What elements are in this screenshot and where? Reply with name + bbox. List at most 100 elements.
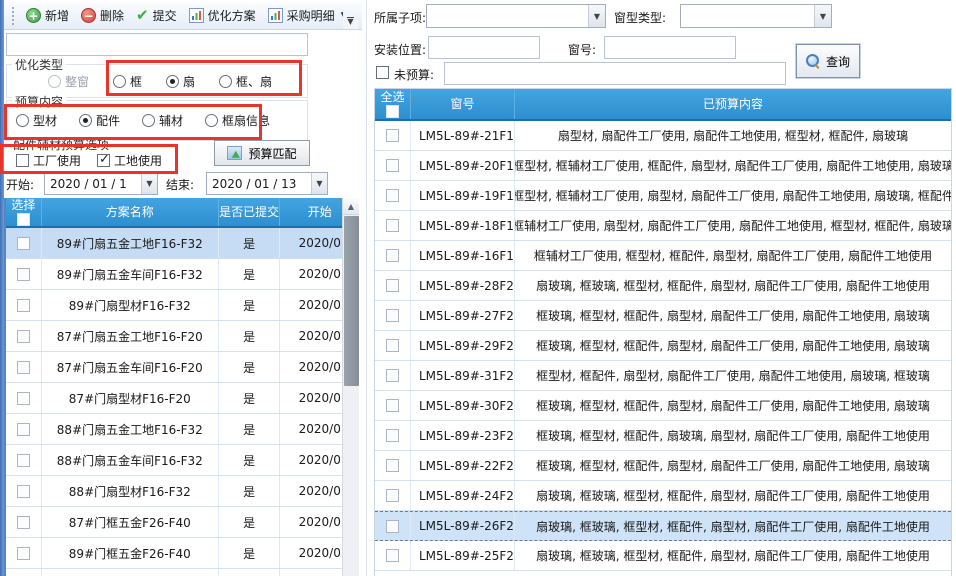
window-table-row[interactable]: LM5L-89#-20F18 框型材, 框辅材工厂使用, 框配件, 扇型材, 扇… [375,151,951,181]
radio-icon[interactable] [48,75,61,88]
plan-table-row[interactable]: 89#门框五金F26-F40 是 2020/0 [6,538,359,569]
row-checkbox[interactable] [17,423,30,436]
submit-button[interactable]: ✔ 提交 [131,5,182,26]
plan-header-name[interactable]: 方案名称 [42,198,219,226]
plan-search-input[interactable] [6,33,308,56]
row-checkbox[interactable] [386,429,399,442]
radio-option[interactable]: 型材 [16,112,57,129]
window-type-combobox[interactable]: ▼ [680,4,832,28]
row-checkbox[interactable] [386,129,399,142]
window-table-row[interactable]: LM5L-89#-30F28 框玻璃, 框型材, 框配件, 扇型材, 扇配件工厂… [375,391,951,421]
checkbox-icon[interactable] [16,154,29,167]
row-checkbox[interactable] [17,268,30,281]
chevron-down-icon[interactable]: ▼ [311,173,327,194]
row-checkbox[interactable] [17,547,30,560]
select-all-checkbox[interactable] [17,213,30,226]
no-budget-checkbox[interactable] [376,66,389,79]
budget-match-button[interactable]: 预算匹配 [214,140,310,166]
window-header-content[interactable]: 已预算内容 [515,89,951,119]
window-table-row[interactable]: LM5L-89#-25F23 扇玻璃, 框玻璃, 框型材, 框配件, 扇型材, … [375,541,951,571]
row-checkbox[interactable] [386,520,399,533]
radio-option[interactable]: 框 [113,73,142,90]
plan-table-row[interactable]: 89#门扇型材F16-F32 是 2020/0 [6,290,359,321]
window-table-row[interactable]: LM5L-89#-28F26 扇玻璃, 框玻璃, 框型材, 框配件, 扇型材, … [375,271,951,301]
scrollbar-thumb[interactable] [344,216,359,386]
query-button[interactable]: 查询 [796,44,860,78]
radio-option[interactable]: 框、扇 [219,73,272,90]
radio-option[interactable]: 辅材 [142,112,183,129]
plan-table-scrollbar[interactable]: ▲ [342,198,359,576]
row-checkbox[interactable] [386,369,399,382]
radio-icon[interactable] [219,75,232,88]
radio-option[interactable]: 配件 [79,112,120,129]
purchase-detail-button[interactable]: 采购明细 ▼ [263,5,353,26]
add-button[interactable]: + 新增 [21,5,74,26]
plan-table-row[interactable]: 87#门扇五金车间F16-F20 是 2020/0 [6,352,359,383]
delete-button[interactable]: − 删除 [76,5,129,26]
row-checkbox[interactable] [386,249,399,262]
plan-table-row[interactable]: 89#门扇五金工地F16-F32 是 2020/0 [6,228,359,259]
row-checkbox[interactable] [386,279,399,292]
plan-table-row[interactable]: 87#门框五金F26-F40 是 2020/0 [6,507,359,538]
chevron-down-icon[interactable]: ▼ [814,5,831,27]
window-table-row[interactable]: LM5L-89#-31F29 框型材, 框配件, 扇型材, 扇配件工厂使用, 扇… [375,361,951,391]
row-checkbox[interactable] [17,485,30,498]
row-checkbox[interactable] [386,219,399,232]
plan-table-row[interactable]: 88#门扇五金车间F16-F32 是 2020/0 [6,445,359,476]
row-checkbox[interactable] [386,309,399,322]
row-checkbox[interactable] [386,189,399,202]
window-table-row[interactable]: LM5L-89#-23F21 框玻璃, 框型材, 框配件, 扇玻璃, 扇型材, … [375,421,951,451]
checkbox-option[interactable]: 工厂使用 [16,152,81,169]
date-end-picker[interactable]: 2020 / 01 / 13 ▼ [206,172,328,195]
checkbox-option[interactable]: 工地使用 [97,152,162,169]
row-checkbox[interactable] [386,339,399,352]
plan-table-row[interactable]: 88#门框五金F21-F40 是 2020/0 [6,569,359,576]
checkbox-icon[interactable] [97,154,110,167]
row-checkbox[interactable] [17,299,30,312]
row-checkbox[interactable] [386,459,399,472]
radio-option[interactable]: 整窗 [48,73,89,90]
row-checkbox[interactable] [386,489,399,502]
chevron-down-icon[interactable]: ▼ [141,173,157,194]
window-table-row[interactable]: LM5L-89#-27F25 框玻璃, 框型材, 框配件, 扇型材, 扇配件工厂… [375,301,951,331]
row-checkbox[interactable] [17,330,30,343]
window-table-row[interactable]: LM5L-89#-26F24 扇玻璃, 框玻璃, 框型材, 框配件, 扇型材, … [375,511,951,541]
radio-icon[interactable] [142,114,155,127]
radio-icon[interactable] [113,75,126,88]
optimize-plan-button[interactable]: 优化方案 [184,5,261,26]
chevron-down-icon[interactable]: ▼ [588,5,605,27]
radio-icon[interactable] [79,114,92,127]
plan-table-row[interactable]: 87#门扇五金工地F16-F20 是 2020/0 [6,321,359,352]
sub-item-combobox[interactable]: ▼ [426,4,606,28]
row-checkbox[interactable] [17,454,30,467]
plan-table-row[interactable]: 89#门扇五金车间F16-F32 是 2020/0 [6,259,359,290]
window-table-row[interactable]: LM5L-89#-24F22 扇玻璃, 框玻璃, 框型材, 框配件, 扇型材, … [375,481,951,511]
row-checkbox[interactable] [17,361,30,374]
window-table-row[interactable]: LM5L-89#-22F20 框玻璃, 框型材, 框配件, 扇型材, 扇配件工厂… [375,451,951,481]
no-budget-input[interactable] [444,62,786,85]
radio-option[interactable]: 框扇信息 [205,112,270,129]
plan-table-row[interactable]: 87#门扇型材F16-F20 是 2020/0 [6,383,359,414]
radio-icon[interactable] [205,114,218,127]
row-checkbox[interactable] [386,549,399,562]
window-table-row[interactable]: LM5L-89#-29F27 框玻璃, 框型材, 框配件, 扇型材, 扇配件工厂… [375,331,951,361]
window-table-row[interactable]: LM5L-89#-18F16 框辅材工厂使用, 扇型材, 扇配件工厂使用, 扇配… [375,211,951,241]
window-table-row[interactable]: LM5L-89#-16F15 框辅材工厂使用, 框型材, 框配件, 扇型材, 扇… [375,241,951,271]
row-checkbox[interactable] [17,516,30,529]
window-no-input[interactable] [604,36,736,59]
row-checkbox[interactable] [386,159,399,172]
plan-header-submitted[interactable]: 是否已提交 [219,198,281,226]
radio-icon[interactable] [16,114,29,127]
row-checkbox[interactable] [17,392,30,405]
install-position-input[interactable] [428,36,540,59]
select-all-checkbox[interactable] [386,105,399,118]
toolbar-overflow-button[interactable]: ▼ [343,12,358,29]
window-header-no[interactable]: 窗号 [411,89,515,119]
row-checkbox[interactable] [17,237,30,250]
window-table-row[interactable]: LM5L-89#-19F17 框型材, 框辅材工厂使用, 扇型材, 扇配件工厂使… [375,181,951,211]
row-checkbox[interactable] [386,399,399,412]
radio-icon[interactable] [166,75,179,88]
window-table-row[interactable]: LM5L-89#-21F19 扇型材, 扇配件工厂使用, 扇配件工地使用, 框型… [375,121,951,151]
plan-table-row[interactable]: 88#门扇型材F16-F32 是 2020/0 [6,476,359,507]
radio-option[interactable]: 扇 [166,73,195,90]
